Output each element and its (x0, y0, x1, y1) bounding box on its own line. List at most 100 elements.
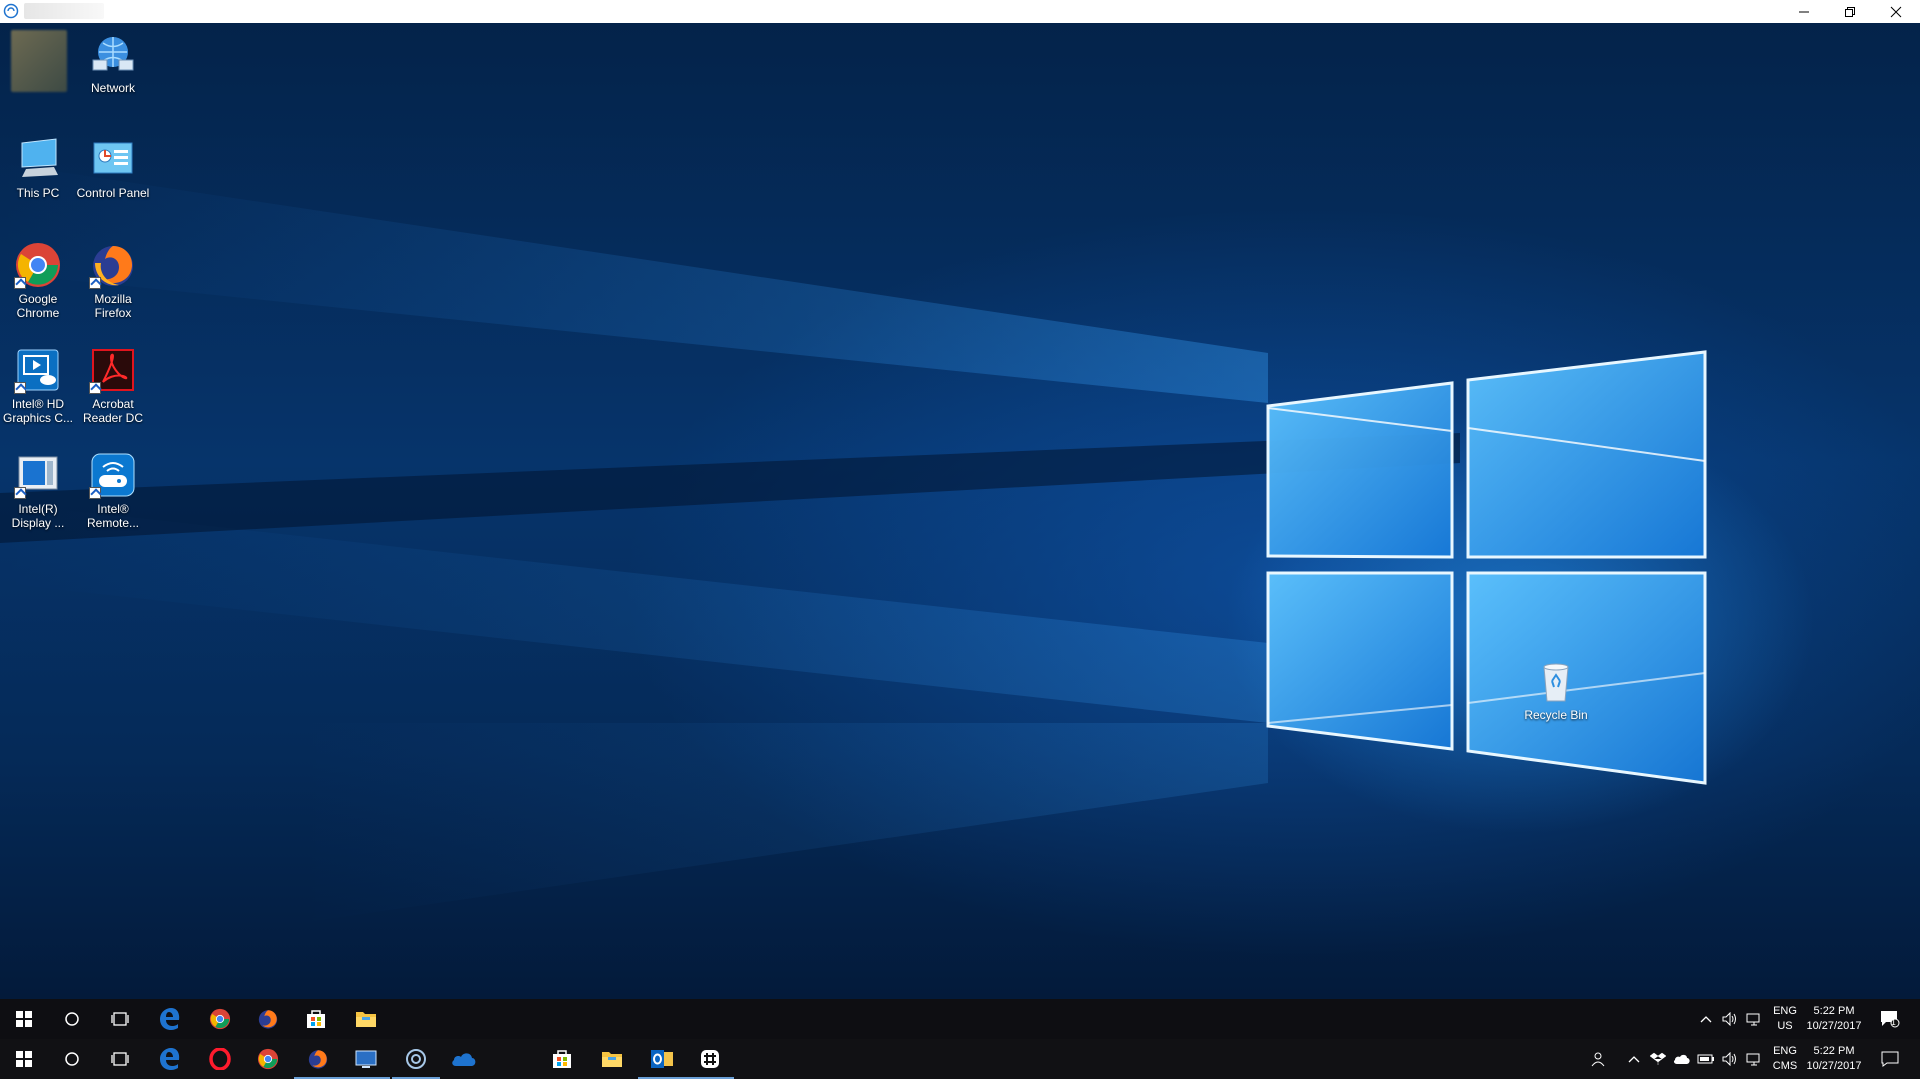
chevron-up-icon (1628, 1056, 1640, 1063)
network-ethernet-icon (1746, 1013, 1760, 1026)
remote-desktop-app-icon (3, 3, 19, 19)
restore-button[interactable] (1827, 0, 1873, 23)
shortcut-arrow-icon (89, 382, 101, 394)
network-icon (89, 30, 137, 78)
clock-date: 10/27/2017 (1806, 1060, 1862, 1072)
task-view-button[interactable] (96, 999, 144, 1039)
taskbar-onedrive[interactable] (440, 1039, 488, 1079)
slack-icon (701, 1050, 719, 1068)
taskbar-opera[interactable] (196, 1039, 244, 1079)
volume-button[interactable] (1720, 1009, 1740, 1029)
shortcut-arrow-icon (14, 277, 26, 289)
desktop-icon-intel-display[interactable]: Intel(R) Display ... (0, 451, 76, 541)
desktop-icon-network[interactable]: Network (75, 30, 151, 120)
desktop-icon-acrobat[interactable]: Acrobat Reader DC (75, 346, 151, 436)
taskbar-file-explorer[interactable] (342, 999, 390, 1039)
input-language-indicator[interactable]: ENG US (1770, 1004, 1800, 1034)
search-icon (65, 1052, 79, 1066)
action-center-button[interactable] (1878, 1049, 1902, 1069)
start-button[interactable] (0, 1039, 48, 1079)
control-panel-icon (89, 135, 137, 183)
dropbox-button[interactable] (1648, 1049, 1668, 1069)
desktop-icon-label: Control Panel (76, 186, 150, 200)
battery-button[interactable] (1696, 1049, 1716, 1069)
minimize-button[interactable] (1781, 0, 1827, 23)
search-button[interactable] (48, 999, 96, 1039)
this-pc-icon (14, 135, 62, 183)
taskbar-outlook[interactable] (638, 1039, 686, 1079)
desktop-icon-intel-remote[interactable]: Intel® Remote... (75, 451, 151, 541)
taskbar-file-explorer[interactable] (588, 1039, 636, 1079)
network-ethernet-icon (1746, 1053, 1760, 1066)
action-center-button[interactable]: 1 (1878, 1009, 1902, 1029)
minimize-icon (1799, 11, 1809, 12)
shortcut-arrow-icon (14, 487, 26, 499)
battery-icon (1697, 1054, 1714, 1064)
shortcut-arrow-icon (89, 487, 101, 499)
search-button[interactable] (48, 1039, 96, 1079)
taskbar-settings[interactable] (392, 1039, 440, 1079)
chevron-up-icon (1700, 1016, 1712, 1023)
desktop-icon-label: Mozilla Firefox (94, 292, 132, 320)
file-explorer-icon (602, 1052, 622, 1067)
close-button[interactable] (1873, 0, 1919, 23)
taskbar-firefox[interactable] (244, 999, 292, 1039)
store-icon (553, 1050, 571, 1068)
firefox-icon (308, 1050, 328, 1069)
show-hidden-icons-button[interactable] (1696, 1009, 1716, 1029)
firefox-icon (258, 1010, 278, 1029)
taskbar-chrome[interactable] (196, 999, 244, 1039)
volume-icon (1722, 1052, 1736, 1066)
restore-icon (1845, 6, 1855, 17)
task-view-button[interactable] (96, 1039, 144, 1079)
start-button[interactable] (0, 999, 48, 1039)
taskbar-chrome[interactable] (244, 1039, 292, 1079)
desktop-icon-chrome[interactable]: Google Chrome (0, 241, 76, 331)
remote-window-titlebar (0, 0, 1920, 23)
edge-icon (160, 1048, 180, 1070)
input-language-indicator[interactable]: ENG CMS (1770, 1044, 1800, 1074)
store-icon (307, 1010, 325, 1028)
clock-time: 5:22 PM (1813, 1045, 1855, 1057)
dropbox-icon (1650, 1052, 1666, 1065)
language-code: ENG (1773, 1045, 1797, 1057)
taskbar-edge[interactable] (146, 1039, 194, 1079)
desktop-icon-label: Intel® HD Graphics C... (2, 397, 74, 425)
network-button[interactable] (1744, 1049, 1764, 1069)
onedrive-tray-icon (1673, 1054, 1690, 1064)
taskbar-store[interactable] (292, 999, 340, 1039)
desktop-icon-control-panel[interactable]: Control Panel (75, 135, 151, 225)
clock[interactable]: 5:22 PM 10/27/2017 (1802, 1044, 1866, 1074)
chrome-icon (209, 1008, 231, 1030)
window-title-blurred (24, 3, 104, 19)
taskbar-firefox[interactable] (294, 1039, 342, 1079)
windows-hero-wallpaper (0, 163, 1707, 923)
taskbar-remote-desktop[interactable] (342, 1039, 390, 1079)
desktop-icon-this-pc[interactable]: This PC (0, 135, 76, 225)
taskbar-store[interactable] (538, 1039, 586, 1079)
taskbar-local: ENG CMS 5:22 PM 10/27/2017 (0, 1039, 1920, 1079)
desktop-icon-label: Google Chrome (16, 292, 60, 320)
network-button[interactable] (1744, 1009, 1764, 1029)
user-folder-shortcut[interactable] (1, 30, 77, 120)
intel-graphics-icon (14, 346, 62, 394)
file-explorer-icon (356, 1012, 376, 1027)
desktop-icon-intel-graphics[interactable]: Intel® HD Graphics C... (0, 346, 76, 436)
people-button[interactable] (1588, 1049, 1608, 1069)
taskbar-slack[interactable] (686, 1039, 734, 1079)
taskbar-edge[interactable] (146, 999, 194, 1039)
volume-button[interactable] (1720, 1049, 1740, 1069)
intel-display-icon (14, 451, 62, 499)
task-view-icon (111, 1052, 129, 1066)
desktop-icon-label: Network (90, 81, 135, 95)
notification-count: 1 (1891, 1018, 1897, 1027)
clock-date: 10/27/2017 (1806, 1020, 1862, 1032)
desktop[interactable]: Network This PC Control Panel Google Chr… (0, 23, 1920, 999)
clock[interactable]: 5:22 PM 10/27/2017 (1802, 1004, 1866, 1034)
show-hidden-icons-button[interactable] (1624, 1049, 1644, 1069)
firefox-icon (89, 241, 137, 289)
desktop-icon-firefox[interactable]: Mozilla Firefox (75, 241, 151, 331)
desktop-icon-recycle-bin[interactable]: Recycle Bin (1518, 657, 1594, 747)
onedrive-tray-button[interactable] (1672, 1049, 1692, 1069)
acrobat-reader-icon (89, 346, 137, 394)
